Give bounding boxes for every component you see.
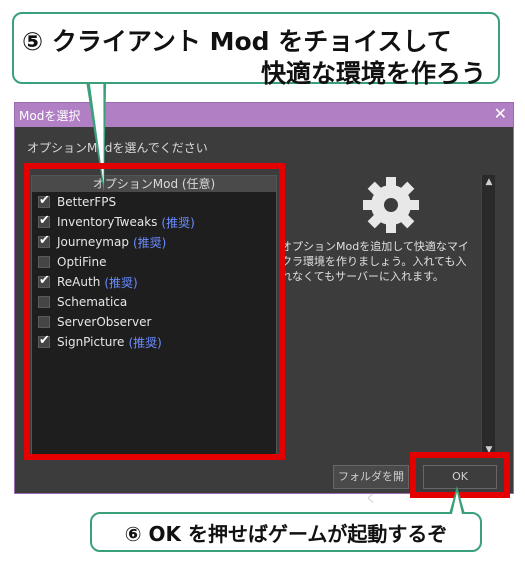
recommended-tag: (推奨) [128, 335, 162, 350]
gear-icon [363, 177, 419, 233]
info-pane: オプションModを追加して快適なマイクラ環境を作りましょう。入れても入れなくても… [277, 175, 477, 457]
mod-label: Journeymap [57, 235, 129, 249]
dialog-instruction: オプションModを選んでください [27, 141, 208, 155]
mod-item[interactable]: Schematica [32, 292, 276, 312]
checkbox-checked[interactable] [38, 333, 50, 348]
callout-line-1: ⑤ クライアント Mod をチョイスして [22, 27, 452, 56]
mod-item[interactable]: Journeymap(推奨) [32, 232, 276, 252]
mod-item[interactable]: OptiFine [32, 252, 276, 272]
mod-item[interactable]: InventoryTweaks(推奨) [32, 212, 276, 232]
mod-label: ServerObserver [57, 315, 152, 329]
recommended-tag: (推奨) [104, 275, 138, 290]
instruction-callout-bottom: ⑥ OK を押せばゲームが起動するぞ [90, 512, 482, 552]
mod-select-dialog: Modを選択 ✕ オプションModを選んでください オプションMod (任意) … [14, 102, 514, 505]
checkbox[interactable] [38, 316, 50, 328]
mod-label: BetterFPS [57, 195, 117, 209]
instruction-callout-top: ⑤ クライアント Mod をチョイスして 快適な環境を作ろう [12, 12, 500, 88]
mod-item[interactable]: ServerObserver [32, 312, 276, 332]
optional-mod-list: オプションMod (任意) BetterFPSInventoryTweaks(推… [31, 175, 277, 457]
scroll-up-icon[interactable]: ▲ [482, 175, 496, 189]
mod-label: SignPicture [57, 335, 125, 349]
checkbox-checked[interactable] [38, 193, 50, 208]
close-icon[interactable]: ✕ [494, 105, 507, 123]
scroll-down-icon[interactable]: ▼ [482, 443, 496, 457]
list-header: オプションMod (任意) [32, 176, 276, 192]
mod-item[interactable]: BetterFPS [32, 192, 276, 212]
info-description: オプションModを追加して快適なマイクラ環境を作りましょう。入れても入れなくても… [281, 240, 469, 283]
recommended-tag: (推奨) [132, 235, 167, 250]
mod-label: Schematica [57, 295, 128, 309]
callout-line-2: 快適な環境を作ろう [260, 59, 486, 88]
checkbox-checked[interactable] [38, 233, 50, 248]
recommended-tag: (推奨) [161, 215, 195, 230]
scrollbar[interactable]: ▲ ▼ [481, 175, 495, 457]
mod-label: InventoryTweaks [57, 215, 158, 229]
window-title: Modを選択 [19, 108, 81, 123]
mod-label: OptiFine [57, 255, 107, 269]
mod-item[interactable]: SignPicture(推奨) [32, 332, 276, 352]
checkbox-checked[interactable] [38, 273, 50, 288]
checkbox[interactable] [38, 256, 50, 268]
checkbox-checked[interactable] [38, 213, 50, 228]
mod-label: ReAuth [57, 275, 101, 289]
mod-item[interactable]: ReAuth(推奨) [32, 272, 276, 292]
checkbox[interactable] [38, 296, 50, 308]
open-folder-button[interactable]: フォルダを開く [333, 465, 409, 505]
callout-tail-bottom-inner [452, 492, 462, 514]
